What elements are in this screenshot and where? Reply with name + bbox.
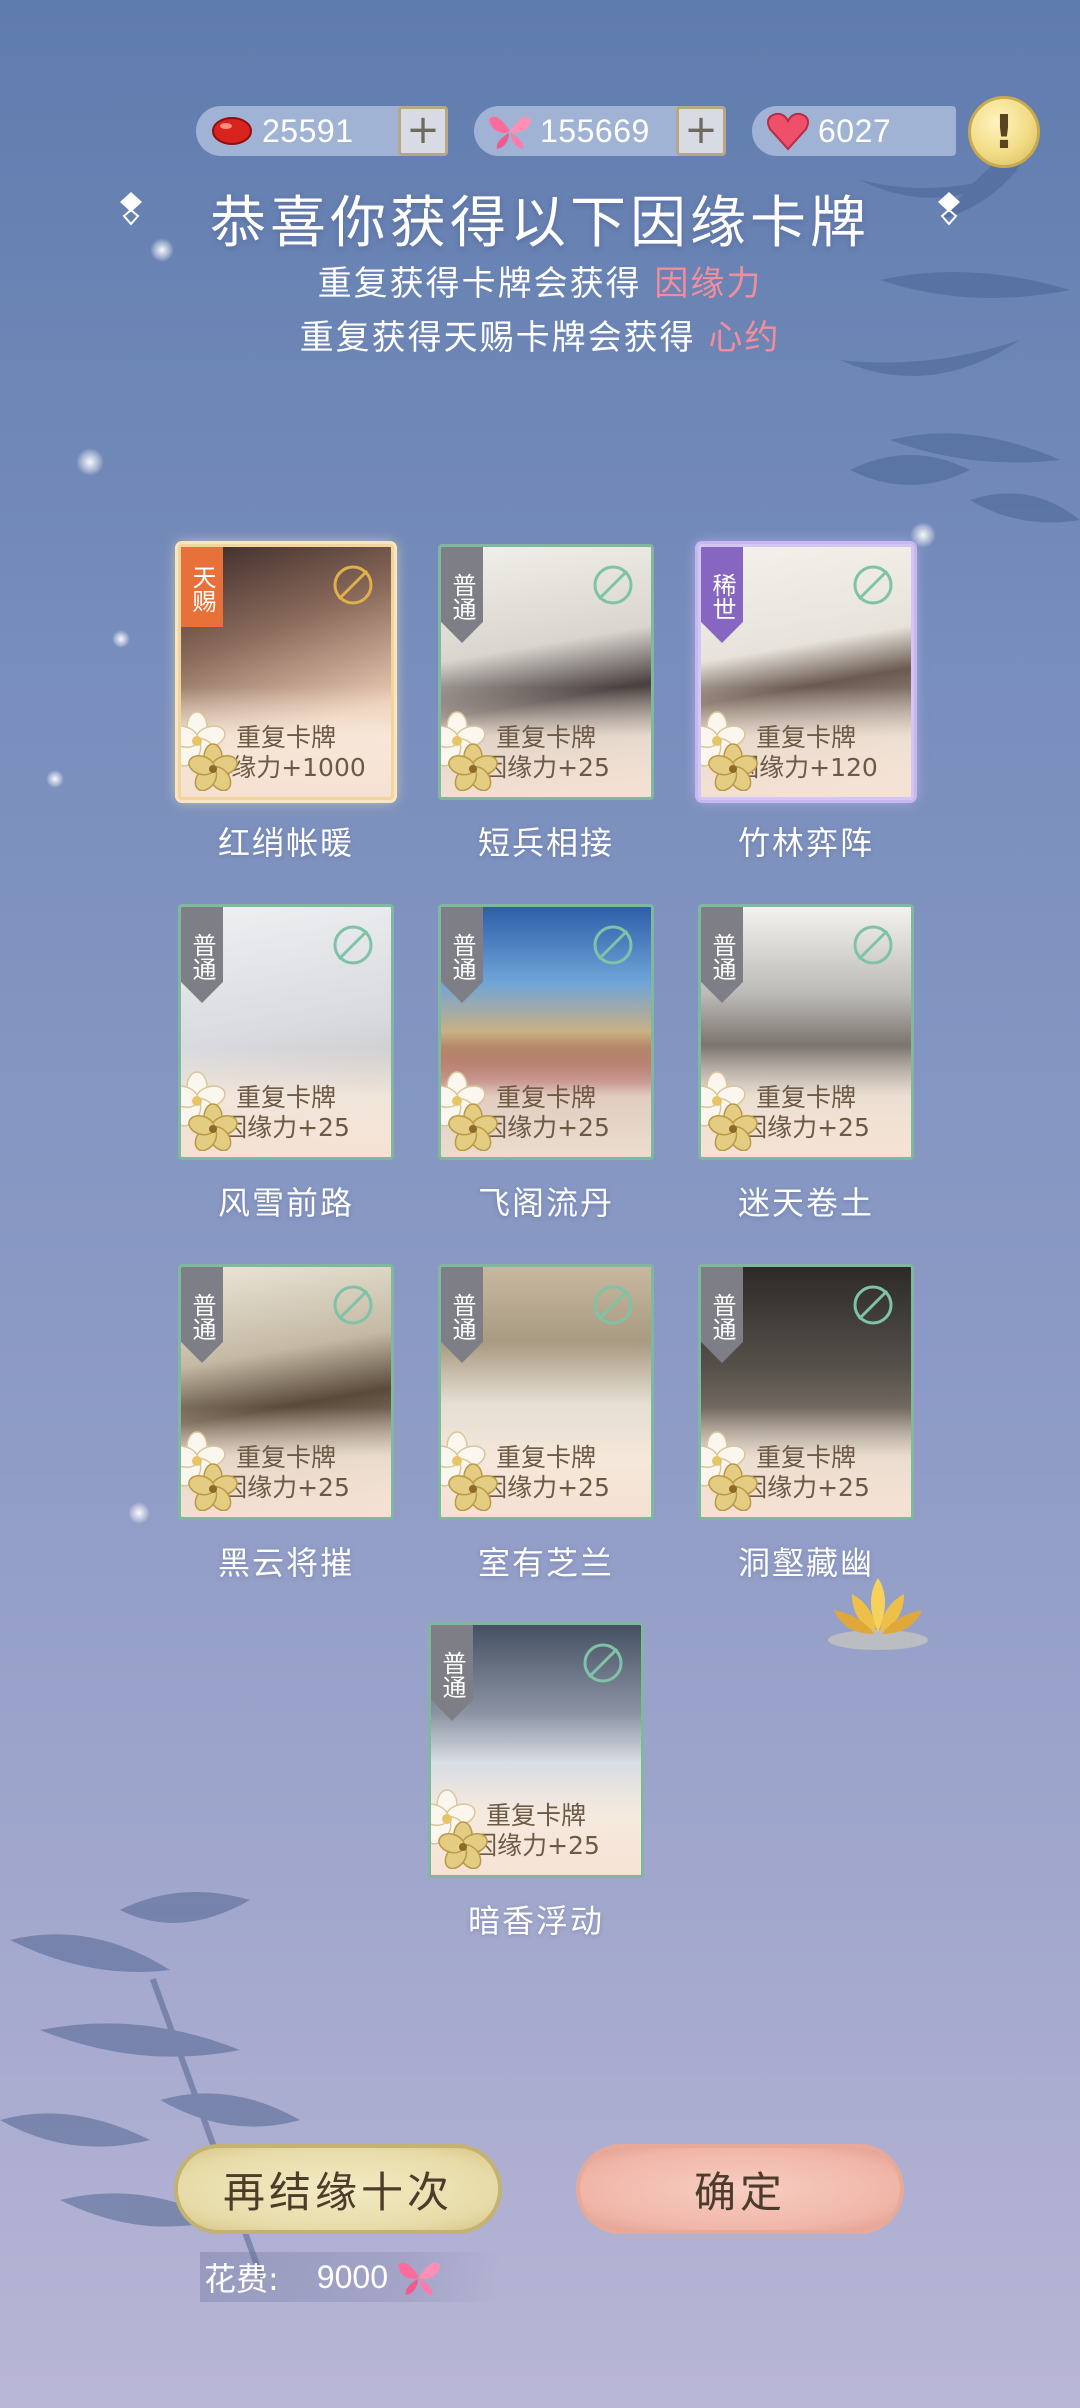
card-frame[interactable]: 普通 重复卡牌 因缘力+25 (438, 544, 654, 800)
info-button[interactable]: ! (968, 96, 1040, 168)
subtitle-text: 重复获得卡牌会获得 (317, 264, 655, 304)
sparkle (46, 770, 64, 788)
card-emblem-icon (589, 921, 637, 969)
subtitle-duplicate-gifted: 重复获得天赐卡牌会获得 心约 (0, 310, 1080, 359)
card-item[interactable]: 普通 重复卡牌 因缘力+25 黑云将摧 (174, 1264, 398, 1584)
cost-label: 花费: (204, 2260, 279, 2298)
blossom-icon (441, 711, 503, 792)
blossom-icon (181, 711, 243, 792)
blossom-icon (441, 1071, 503, 1152)
card-item[interactable]: 普通 重复卡牌 因缘力+25 风雪前路 (174, 904, 398, 1224)
card-frame[interactable]: 天赐 重复卡牌 因缘力+1000 (178, 544, 394, 800)
blossom-icon (701, 1431, 763, 1512)
sparkle (112, 630, 130, 648)
card-item[interactable]: 天赐 重复卡牌 因缘力+1000 红绡帐暖 (174, 544, 398, 864)
card-frame[interactable]: 稀世 重复卡牌 因缘力+120 (698, 544, 914, 800)
card-frame[interactable]: 普通 重复卡牌 因缘力+25 (698, 904, 914, 1160)
confirm-button[interactable]: 确定 (576, 2144, 904, 2234)
add-butterfly-button[interactable]: + (676, 106, 726, 156)
card-name: 迷天卷土 (737, 1184, 874, 1222)
cost-display: 花费: 9000 (200, 2252, 500, 2302)
card-name: 暗香浮动 (467, 1902, 604, 1940)
subtitle-duplicate-card: 重复获得卡牌会获得 因缘力 (0, 256, 1080, 305)
card-frame[interactable]: 普通 重复卡牌 因缘力+25 (438, 904, 654, 1160)
card-emblem-icon (329, 1281, 377, 1329)
heart-count: 6027 (818, 112, 892, 149)
exclamation-icon: ! (993, 105, 1015, 159)
card-emblem-icon (329, 561, 377, 609)
page-title: 恭喜你获得以下因缘卡牌 (210, 191, 870, 256)
subtitle-highlight: 因缘力 (654, 264, 763, 304)
red-bean-count: 25591 (262, 112, 354, 149)
card-frame[interactable]: 普通 重复卡牌 因缘力+25 (428, 1622, 644, 1878)
rarity-tag: 天赐 (181, 547, 223, 627)
card-name: 黑云将摧 (217, 1544, 354, 1582)
heart-icon (762, 106, 814, 156)
card-item[interactable]: 稀世 重复卡牌 因缘力+120 竹林弈阵 (694, 544, 918, 864)
blossom-icon (181, 1431, 243, 1512)
card-name: 飞阁流丹 (477, 1184, 614, 1222)
blossom-icon (441, 1431, 503, 1512)
cost-value: 9000 (316, 2258, 388, 2295)
blossom-icon (431, 1789, 493, 1870)
diamond-ornament-right (936, 192, 962, 226)
card-frame[interactable]: 普通 重复卡牌 因缘力+25 (178, 904, 394, 1160)
card-item[interactable]: 普通 重复卡牌 因缘力+25 暗香浮动 (424, 1622, 648, 1942)
card-frame[interactable]: 普通 重复卡牌 因缘力+25 (698, 1264, 914, 1520)
draw-ten-again-button[interactable]: 再结缘十次 (174, 2144, 502, 2234)
card-name: 红绡帐暖 (217, 824, 354, 862)
card-item[interactable]: 普通 重复卡牌 因缘力+25 飞阁流丹 (434, 904, 658, 1224)
card-emblem-icon (589, 1281, 637, 1329)
card-name: 竹林弈阵 (737, 824, 874, 862)
currency-red-bean: 25591 + (196, 106, 448, 156)
card-name: 室有芝兰 (477, 1544, 614, 1582)
card-item[interactable]: 普通 重复卡牌 因缘力+25 迷天卷土 (694, 904, 918, 1224)
card-item[interactable]: 普通 重复卡牌 因缘力+25 室有芝兰 (434, 1264, 658, 1584)
card-item[interactable]: 普通 重复卡牌 因缘力+25 短兵相接 (434, 544, 658, 864)
pink-butterfly-icon (396, 2257, 442, 2297)
pink-butterfly-icon (484, 106, 536, 156)
currency-heart: 6027 (752, 106, 956, 156)
card-frame[interactable]: 普通 重复卡牌 因缘力+25 (178, 1264, 394, 1520)
card-emblem-icon (579, 1639, 627, 1687)
blossom-icon (181, 1071, 243, 1152)
add-red-bean-button[interactable]: + (398, 106, 448, 156)
card-name: 风雪前路 (217, 1184, 354, 1222)
blossom-icon (701, 1071, 763, 1152)
card-frame[interactable]: 普通 重复卡牌 因缘力+25 (438, 1264, 654, 1520)
card-emblem-icon (849, 561, 897, 609)
card-emblem-icon (329, 921, 377, 969)
blossom-icon (701, 711, 763, 792)
red-bean-icon (206, 106, 258, 156)
subtitle-highlight: 心约 (708, 318, 781, 358)
card-emblem-icon (589, 561, 637, 609)
subtitle-text: 重复获得天赐卡牌会获得 (299, 318, 709, 358)
currency-butterfly: 155669 + (474, 106, 726, 156)
card-emblem-icon (849, 1281, 897, 1329)
butterfly-count: 155669 (540, 112, 650, 149)
sparkle (76, 448, 104, 476)
card-name: 短兵相接 (477, 824, 614, 862)
card-emblem-icon (849, 921, 897, 969)
card-item[interactable]: 普通 重复卡牌 因缘力+25 洞壑藏幽 (694, 1264, 918, 1584)
sparkle (128, 1502, 150, 1524)
bamboo-decoration-bottom-left (0, 1880, 320, 2300)
lotus-lantern-icon (822, 1570, 934, 1656)
